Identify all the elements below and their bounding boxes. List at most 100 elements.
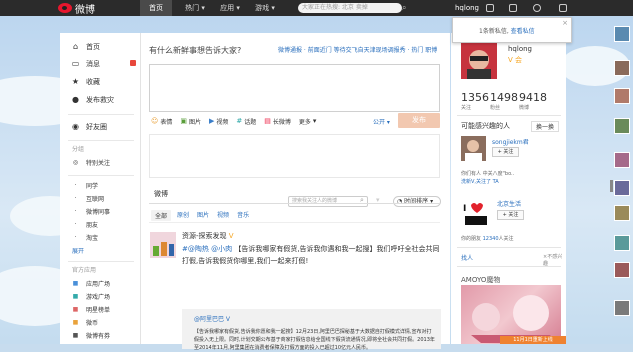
find-people-link[interactable]: 找人 xyxy=(461,253,473,262)
recommended-user-name[interactable]: songjiekm君 xyxy=(492,137,529,146)
nav-apps[interactable]: 应用 ▾ xyxy=(215,0,245,16)
sidebar-group-item[interactable]: · 同学 xyxy=(60,179,140,193)
follow-button[interactable]: + 关注 xyxy=(492,147,519,157)
sidebar-group-item[interactable]: · 微博同事 xyxy=(60,205,140,219)
sidebar-item-messages[interactable]: ▭ 消息 xyxy=(60,57,140,71)
nav-hot[interactable]: 热门 ▾ xyxy=(180,0,210,16)
stat-followers[interactable]: 1498 粉丝 xyxy=(490,91,518,111)
top-navigation-bar: 微博 首页 热门 ▾ 应用 ▾ 游戏 ▾ 大家正在热搜: 北京 卖掉 ⌕ hql… xyxy=(0,0,633,16)
follow-button[interactable]: + 关注 xyxy=(497,210,524,220)
post-mentions[interactable]: #@陶热 @小肉 xyxy=(182,245,232,253)
close-icon[interactable]: × xyxy=(562,19,568,27)
sort-dropdown[interactable]: ◔ 时间排序 ▾ xyxy=(393,196,441,207)
tab-images[interactable]: 图片 xyxy=(197,210,217,221)
side-thumbnail[interactable] xyxy=(614,60,630,76)
topic-tool[interactable]: # 话题 xyxy=(236,117,256,126)
settings-icon[interactable] xyxy=(533,4,541,12)
sidebar-app-item[interactable]: ■ 微币 xyxy=(60,316,140,330)
tab-original[interactable]: 原创 xyxy=(177,210,197,221)
sidebar-item-special[interactable]: ◎ 特别关注 xyxy=(60,156,140,170)
topic-icon: # xyxy=(236,117,243,125)
message-icon: ▭ xyxy=(71,59,80,68)
side-thumbnail[interactable] xyxy=(614,235,630,251)
sidebar-item-friends[interactable]: ◉ 好友圈 xyxy=(60,120,140,134)
sidebar-app-item[interactable]: ■ 应用广场 xyxy=(60,277,140,291)
profile-avatar[interactable] xyxy=(461,43,497,79)
repost-author[interactable]: @阿里巴巴 V xyxy=(194,314,230,323)
divider xyxy=(149,222,440,223)
list-dot-icon: · xyxy=(74,234,77,241)
side-thumbnail[interactable] xyxy=(614,262,630,278)
tab-music[interactable]: 音乐 xyxy=(237,210,257,221)
vip-badge[interactable]: V 会 xyxy=(508,55,522,65)
long-post-tool[interactable]: ▤ 长微博 xyxy=(264,117,291,126)
search-icon[interactable]: ⌕ xyxy=(402,3,414,13)
view-messages-link[interactable]: 查看私信 xyxy=(511,28,535,35)
list-dot-icon: · xyxy=(74,195,77,202)
beijing-account-name[interactable]: 北京生活 xyxy=(497,199,521,208)
side-thumbnail[interactable] xyxy=(614,152,630,168)
promo-banner xyxy=(149,134,440,178)
publisher-prompt: 有什么新鲜事想告诉大家? xyxy=(149,46,242,55)
friends-icon: ◉ xyxy=(72,122,79,131)
weibo-logo[interactable]: 微博 xyxy=(58,1,95,16)
feed-title: 微博 xyxy=(154,190,168,198)
reposted-content[interactable]: @阿里巴巴 V 【告诉我哪家有假货,告诉我你愿和我一起搜】12月23日,阿里巴巴… xyxy=(182,309,441,351)
emoji-tool[interactable]: ☺ 表情 xyxy=(151,117,172,126)
side-thumbnail[interactable] xyxy=(614,26,630,42)
edit-icon[interactable] xyxy=(486,4,494,12)
feed-search-input[interactable]: 搜索我关注人的微博 xyxy=(288,196,368,207)
sidebar-group-item[interactable]: · 互联网 xyxy=(60,192,140,206)
list-dot-icon: · xyxy=(74,208,77,215)
beijing-logo[interactable]: I xyxy=(461,199,491,229)
username-link[interactable]: hqlong xyxy=(455,0,479,16)
sidebar-app-item[interactable]: ■ 游戏广场 xyxy=(60,290,140,304)
publisher-topic-links[interactable]: 微博通报 · 前面近门 等待交飞自天津现场调报秀 · 热门 职博 xyxy=(278,45,437,54)
divider xyxy=(457,247,561,248)
sidebar-group-item[interactable]: · 淘宝 xyxy=(60,231,140,245)
side-thumbnail[interactable] xyxy=(614,118,630,134)
search-input[interactable]: 大家正在热搜: 北京 卖掉 xyxy=(298,3,402,13)
sidebar-app-item[interactable]: ■ 微博有券 xyxy=(60,329,140,343)
sidebar-item-disaster[interactable]: ● 发布救灾 xyxy=(60,93,140,107)
tab-videos[interactable]: 视频 xyxy=(217,210,237,221)
main-feed-column: 有什么新鲜事想告诉大家? 微博通报 · 前面近门 等待交飞自天津现场调报秀 · … xyxy=(141,33,450,351)
sidebar-item-favorites[interactable]: ★ 收藏 xyxy=(60,75,140,89)
publish-button[interactable]: 发布 xyxy=(398,113,440,128)
list-dot-icon: · xyxy=(74,182,77,189)
expand-link[interactable]: 展开 xyxy=(72,246,84,255)
profile-name[interactable]: hqlong xyxy=(508,45,532,53)
side-thumbnail[interactable] xyxy=(614,180,630,196)
svg-text:I: I xyxy=(463,204,466,214)
visibility-selector[interactable]: 公开 ▾ xyxy=(373,117,390,126)
side-thumbnail[interactable] xyxy=(614,88,630,104)
stat-posts[interactable]: 9418 微博 xyxy=(519,91,547,111)
tab-all[interactable]: 全部 xyxy=(151,210,172,221)
side-thumbnail[interactable] xyxy=(614,205,630,221)
image-tool[interactable]: ▣ 图片 xyxy=(180,117,201,126)
scrollbar-handle[interactable] xyxy=(610,180,613,192)
emoji-icon: ☺ xyxy=(151,117,159,125)
post-author-name[interactable]: 资源-探索发现 V xyxy=(182,231,234,241)
post-author-avatar[interactable] xyxy=(150,232,176,258)
nav-games[interactable]: 游戏 ▾ xyxy=(250,0,280,16)
video-tool[interactable]: ▶ 视频 xyxy=(209,117,228,126)
profile-icon[interactable] xyxy=(559,4,567,12)
not-interested-link[interactable]: ×不感兴趣 xyxy=(543,253,566,267)
special-follow-icon: ◎ xyxy=(72,159,79,166)
sidebar-app-item[interactable]: ■ 明星榜单 xyxy=(60,303,140,317)
stat-following[interactable]: 1356 关注 xyxy=(461,91,489,111)
post-textarea[interactable] xyxy=(149,64,440,112)
mail-icon[interactable] xyxy=(509,4,517,12)
nav-home[interactable]: 首页 xyxy=(140,0,172,16)
recommended-user-avatar[interactable] xyxy=(461,136,486,161)
more-tool[interactable]: 更多 ▾ xyxy=(299,117,317,126)
sidebar-group-item[interactable]: · 朋友 xyxy=(60,218,140,232)
feed-tabs: 全部 原创 图片 视频 音乐 xyxy=(151,210,257,221)
publisher-toolbar: ☺ 表情 ▣ 图片 ▶ 视频 # 话题 ▤ 长微博 更多 ▾ xyxy=(151,116,316,126)
sidebar-item-home[interactable]: ⌂ 首页 xyxy=(60,40,140,54)
swap-button[interactable]: 换一换 xyxy=(531,121,560,132)
game-icon: ■ xyxy=(72,293,79,300)
side-thumbnail[interactable] xyxy=(614,300,630,316)
bottom-promo-banner[interactable]: 11月1日重新上线 xyxy=(500,336,566,344)
